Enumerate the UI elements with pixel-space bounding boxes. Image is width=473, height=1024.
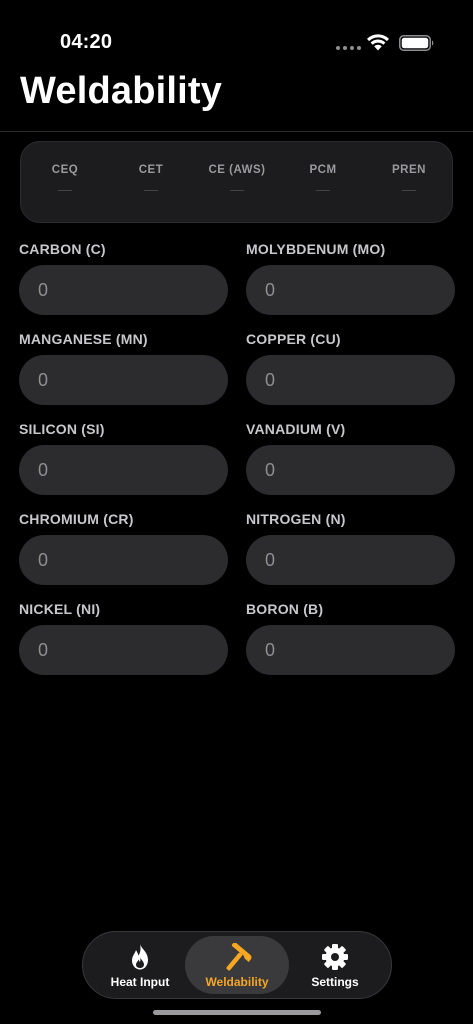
metric-ceq: CEQ — — [22, 164, 108, 198]
status-bar: 04:20 — [0, 0, 473, 60]
metric-value: — — [230, 181, 244, 197]
copper-label: COPPER (CU) — [246, 331, 341, 347]
silicon-input[interactable] — [19, 445, 228, 495]
manganese-field-group: MANGANESE (MN) — [19, 331, 228, 405]
metric-ce-aws: CE (AWS) — — [194, 164, 280, 198]
nitrogen-label: NITROGEN (N) — [246, 511, 346, 527]
silicon-label: SILICON (SI) — [19, 421, 105, 437]
metric-label: CET — [138, 164, 164, 176]
boron-input[interactable] — [246, 625, 455, 675]
nickel-field-group: NICKEL (NI) — [19, 601, 228, 675]
boron-label: BORON (B) — [246, 601, 324, 617]
hammer-icon — [226, 943, 252, 971]
status-time: 04:20 — [60, 31, 113, 53]
metric-cet: CET — — [108, 164, 194, 198]
molybdenum-label: MOLYBDENUM (MO) — [246, 241, 386, 257]
metric-label: CE (AWS) — [208, 164, 266, 176]
molybdenum-field-group: MOLYBDENUM (MO) — [246, 241, 455, 315]
wifi-icon — [367, 34, 389, 51]
gear-icon — [322, 944, 348, 970]
metric-label: CEQ — [51, 164, 79, 176]
metric-value: — — [402, 181, 416, 197]
copper-input[interactable] — [246, 355, 455, 405]
page-title: Weldability — [20, 70, 223, 112]
manganese-input[interactable] — [19, 355, 228, 405]
metric-value: — — [316, 181, 330, 197]
nitrogen-input[interactable] — [246, 535, 455, 585]
chromium-field-group: CHROMIUM (CR) — [19, 511, 228, 585]
nickel-label: NICKEL (NI) — [19, 601, 101, 617]
metric-value: — — [58, 181, 72, 197]
tab-weldability[interactable]: Weldability — [185, 936, 289, 994]
metric-label: PREN — [392, 164, 426, 176]
silicon-field-group: SILICON (SI) — [19, 421, 228, 495]
title-divider — [0, 131, 473, 132]
weldability-summary-card: CEQ — CET — CE (AWS) — PCM — PREN — — [20, 141, 453, 223]
carbon-field-group: CARBON (C) — [19, 241, 228, 315]
tab-label: Heat Input — [110, 975, 170, 989]
tab-label: Settings — [311, 975, 359, 989]
metric-pcm: PCM — — [280, 164, 366, 198]
screen: 04:20 Weldability CEQ — CET — CE (AWS) — — [0, 0, 473, 1024]
flame-icon — [132, 944, 148, 970]
tab-heat-input[interactable]: Heat Input — [88, 936, 192, 994]
tab-label: Weldability — [205, 975, 269, 989]
home-indicator — [153, 1010, 321, 1015]
molybdenum-input[interactable] — [246, 265, 455, 315]
metric-pren: PREN — — [366, 164, 452, 198]
chromium-input[interactable] — [19, 535, 228, 585]
nitrogen-field-group: NITROGEN (N) — [246, 511, 455, 585]
boron-field-group: BORON (B) — [246, 601, 455, 675]
carbon-label: CARBON (C) — [19, 241, 106, 257]
vanadium-label: VANADIUM (V) — [246, 421, 346, 437]
cellular-signal-icon — [336, 46, 361, 50]
metric-value: — — [144, 181, 158, 197]
carbon-input[interactable] — [19, 265, 228, 315]
manganese-label: MANGANESE (MN) — [19, 331, 148, 347]
chromium-label: CHROMIUM (CR) — [19, 511, 134, 527]
vanadium-input[interactable] — [246, 445, 455, 495]
battery-icon — [399, 35, 434, 51]
nickel-input[interactable] — [19, 625, 228, 675]
metric-label: PCM — [309, 164, 337, 176]
copper-field-group: COPPER (CU) — [246, 331, 455, 405]
tab-settings[interactable]: Settings — [283, 936, 387, 994]
vanadium-field-group: VANADIUM (V) — [246, 421, 455, 495]
tab-bar: Heat Input Weldability Settings — [82, 931, 392, 999]
